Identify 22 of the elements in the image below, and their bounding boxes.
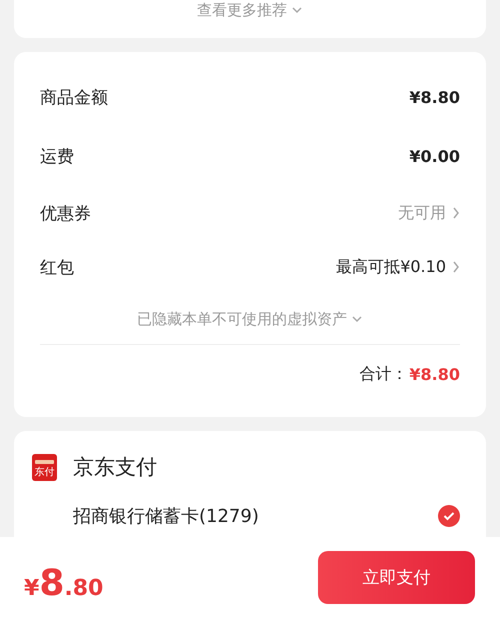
summary-label: 商品金额 xyxy=(40,86,108,108)
total-label: 合计： xyxy=(359,364,408,384)
radio-check-icon[interactable] xyxy=(438,505,460,527)
summary-label: 优惠券 xyxy=(40,202,91,224)
total-amount: ¥8.80 xyxy=(409,364,460,384)
summary-value[interactable]: 最高可抵¥0.10 xyxy=(336,256,446,278)
pay-now-button[interactable]: 立即支付 xyxy=(318,550,475,604)
payment-logo-icon: 东付 xyxy=(32,454,57,480)
more-recommendations-link[interactable]: 查看更多推荐 xyxy=(197,0,287,20)
chevron-right-icon xyxy=(452,261,460,273)
chevron-right-icon xyxy=(452,207,460,219)
pay-amount: ¥8.80 xyxy=(24,562,104,604)
summary-value: ¥8.80 xyxy=(409,88,460,106)
chevron-down-icon xyxy=(351,315,363,323)
summary-value: ¥0.00 xyxy=(409,146,460,166)
summary-value[interactable]: 无可用 xyxy=(398,202,446,224)
chevron-down-icon xyxy=(291,6,303,14)
summary-label: 红包 xyxy=(40,256,74,278)
payment-method-title: 京东支付 xyxy=(73,454,157,481)
bank-card-option[interactable]: 招商银行储蓄卡(1279) xyxy=(73,504,259,528)
summary-label: 运费 xyxy=(40,146,74,168)
hidden-assets-note[interactable]: 已隐藏本单不可使用的虚拟资产 xyxy=(137,310,347,328)
